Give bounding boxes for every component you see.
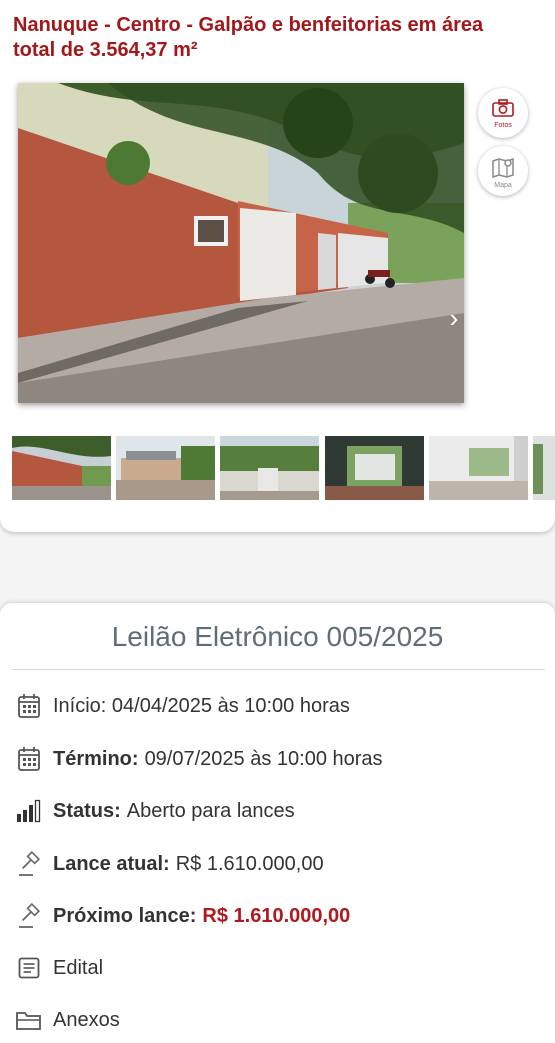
auction-card: Leilão Eletrônico 005/2025 Início: 04/04… bbox=[0, 603, 555, 1043]
current-bid-row: Lance atual: R$ 1.610.000,00 bbox=[14, 849, 324, 879]
status-row: Status: Aberto para lances bbox=[14, 796, 295, 826]
thumbnail[interactable] bbox=[429, 436, 528, 500]
thumbnail[interactable] bbox=[220, 436, 319, 500]
thumbnail[interactable] bbox=[533, 436, 555, 500]
camera-icon bbox=[492, 99, 514, 117]
map-button[interactable]: Mapa bbox=[478, 146, 528, 196]
document-icon bbox=[14, 953, 44, 983]
current-bid-value: R$ 1.610.000,00 bbox=[175, 852, 324, 875]
property-card: Nanuque - Centro - Galpão e benfeitorias… bbox=[0, 0, 555, 532]
calendar-icon bbox=[14, 691, 44, 721]
end-date-value: 09/07/2025 às 10:00 horas bbox=[144, 747, 383, 770]
divider bbox=[12, 669, 545, 670]
chevron-right-icon[interactable]: › bbox=[443, 303, 464, 333]
map-icon bbox=[492, 157, 514, 178]
gavel-icon bbox=[14, 901, 44, 931]
thumbnail-image bbox=[220, 436, 319, 500]
thumbnail-image bbox=[12, 436, 111, 500]
auction-title: Leilão Eletrônico 005/2025 bbox=[111, 621, 444, 652]
thumbnail[interactable] bbox=[12, 436, 111, 500]
main-photo-image bbox=[18, 83, 464, 403]
status-label: Status: bbox=[53, 799, 121, 822]
thumbnail-image bbox=[325, 436, 424, 500]
photos-label: Fotos bbox=[494, 122, 512, 129]
end-date-label: Término: bbox=[53, 747, 139, 770]
edital-link[interactable]: Edital bbox=[14, 953, 103, 983]
anexos-link[interactable]: Anexos bbox=[14, 1005, 120, 1035]
end-date-row: Término: 09/07/2025 às 10:00 horas bbox=[14, 744, 383, 774]
thumbnail-image bbox=[116, 436, 215, 500]
edital-label: Edital bbox=[53, 956, 104, 979]
thumbnail-image bbox=[533, 436, 555, 500]
thumbnail-image bbox=[429, 436, 528, 500]
gavel-icon bbox=[14, 849, 44, 879]
thumbnail[interactable] bbox=[325, 436, 424, 500]
next-bid-value: R$ 1.610.000,00 bbox=[202, 904, 351, 927]
start-date-row: Início: 04/04/2025 às 10:00 horas bbox=[14, 691, 350, 721]
photos-button[interactable]: Fotos bbox=[478, 88, 528, 138]
map-label: Mapa bbox=[494, 182, 512, 189]
next-bid-row: Próximo lance: R$ 1.610.000,00 bbox=[14, 901, 350, 931]
main-photo[interactable]: › bbox=[18, 83, 464, 403]
thumbnail[interactable] bbox=[116, 436, 215, 500]
calendar-icon bbox=[14, 744, 44, 774]
status-value: Aberto para lances bbox=[126, 799, 295, 822]
property-title: Nanuque - Centro - Galpão e benfeitorias… bbox=[13, 14, 484, 61]
folder-icon bbox=[14, 1005, 44, 1035]
thumbnail-strip bbox=[12, 436, 555, 500]
start-date-text: Início: 04/04/2025 às 10:00 horas bbox=[53, 694, 350, 717]
next-bid-label: Próximo lance: bbox=[53, 904, 197, 927]
anexos-label: Anexos bbox=[53, 1008, 120, 1031]
signal-bars-icon bbox=[14, 796, 44, 826]
current-bid-label: Lance atual: bbox=[53, 852, 170, 875]
